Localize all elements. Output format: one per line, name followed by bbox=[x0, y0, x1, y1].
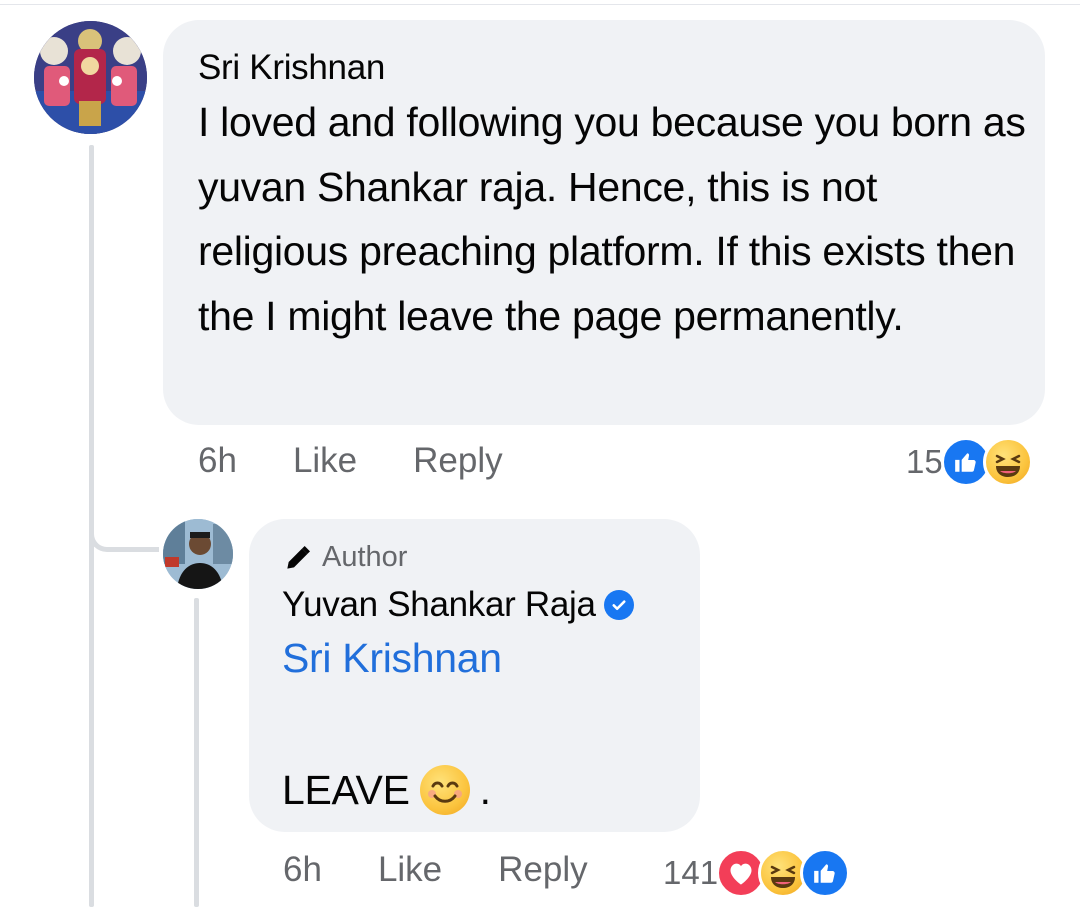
avatar-image bbox=[163, 519, 233, 589]
author-badge: Author bbox=[282, 541, 407, 574]
comment-reactions[interactable]: 15 bbox=[906, 437, 1033, 487]
reaction-count: 15 bbox=[906, 443, 943, 480]
comment-author-name[interactable]: Sri Krishnan bbox=[198, 48, 385, 88]
reply-bubble: Author Yuvan Shankar Raja Sri Krishnan L… bbox=[249, 519, 700, 832]
reply-actions: 6h Like Reply bbox=[283, 850, 644, 890]
comment-actions: 6h Like Reply bbox=[198, 441, 559, 481]
verified-badge-icon bbox=[603, 590, 634, 620]
reply-thread-line bbox=[194, 598, 199, 907]
author-badge-label: Author bbox=[322, 541, 408, 573]
reaction-count: 141 bbox=[663, 854, 719, 891]
avatar[interactable] bbox=[34, 21, 147, 134]
comment-bubble: Sri Krishnan I loved and following you b… bbox=[163, 20, 1045, 425]
haha-icon bbox=[982, 437, 1033, 487]
top-divider bbox=[0, 4, 1080, 5]
like-button[interactable]: Like bbox=[293, 441, 357, 481]
reply-reactions[interactable]: 141 bbox=[663, 848, 851, 898]
reply-text-trailing: . bbox=[479, 766, 491, 813]
thread-connector-branch bbox=[89, 500, 159, 552]
mention-link[interactable]: Sri Krishnan bbox=[282, 635, 502, 682]
like-button[interactable]: Like bbox=[378, 850, 442, 890]
comment-timestamp[interactable]: 6h bbox=[198, 441, 237, 481]
avatar-image bbox=[34, 21, 147, 134]
reply-text: LEAVE . bbox=[282, 765, 491, 815]
reply-button[interactable]: Reply bbox=[498, 850, 587, 890]
reply-button[interactable]: Reply bbox=[413, 441, 502, 481]
avatar[interactable] bbox=[163, 519, 233, 589]
reply-timestamp[interactable]: 6h bbox=[283, 850, 322, 890]
reply-text-body: LEAVE bbox=[282, 766, 410, 813]
pencil-icon bbox=[287, 545, 310, 569]
reply-author-label[interactable]: Yuvan Shankar Raja bbox=[282, 585, 596, 625]
smiling-face-icon bbox=[419, 765, 470, 815]
comment-text: I loved and following you because you bo… bbox=[198, 99, 1026, 339]
reply-author-name[interactable]: Yuvan Shankar Raja bbox=[282, 585, 634, 625]
like-icon bbox=[800, 848, 851, 898]
